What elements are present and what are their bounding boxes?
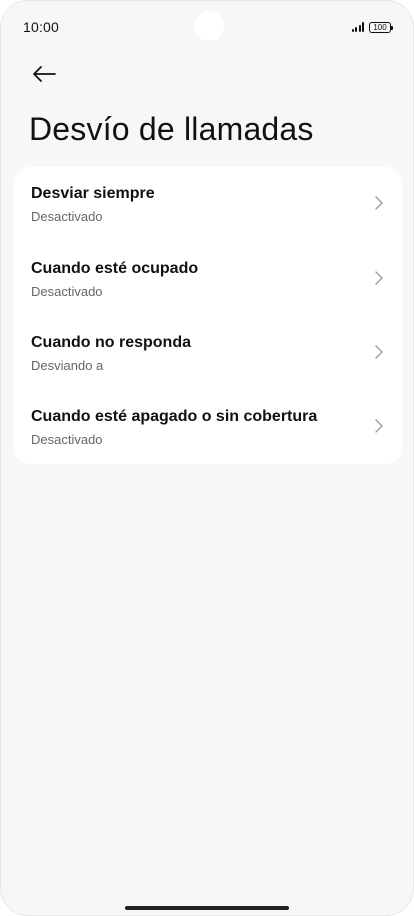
signal-icon: [351, 22, 364, 32]
status-icons: 100: [351, 21, 393, 33]
option-desviar-siempre[interactable]: Desviar siempre Desactivado: [14, 167, 402, 241]
battery-level: 100: [373, 22, 387, 32]
chevron-right-icon: [375, 196, 383, 210]
battery-icon: 100: [369, 21, 393, 33]
call-forwarding-options: Desviar siempre Desactivado Cuando esté …: [14, 167, 402, 464]
front-camera: [194, 11, 224, 41]
option-status: Desactivado: [31, 432, 103, 447]
option-cuando-no-responda[interactable]: Cuando no responda Desviando a: [14, 316, 402, 390]
back-button[interactable]: [29, 59, 59, 89]
status-time: 10:00: [23, 19, 60, 35]
option-apagado-sin-cobertura[interactable]: Cuando esté apagado o sin cobertura Desa…: [14, 390, 402, 464]
page-title: Desvío de llamadas: [29, 111, 314, 147]
option-label: Desviar siempre: [31, 185, 155, 202]
option-label: Cuando esté ocupado: [31, 260, 199, 277]
phone-screen: 10:00 100 Desvío de llamadas Desviar sie…: [0, 0, 414, 916]
chevron-right-icon: [375, 419, 383, 433]
home-indicator[interactable]: [125, 906, 289, 910]
option-label: Cuando no responda: [31, 334, 191, 351]
chevron-right-icon: [375, 271, 383, 285]
option-cuando-ocupado[interactable]: Cuando esté ocupado Desactivado: [14, 242, 402, 316]
option-status: Desactivado: [31, 284, 103, 299]
option-status: Desviando a: [31, 358, 104, 373]
arrow-left-icon: [33, 66, 56, 82]
option-label: Cuando esté apagado o sin cobertura: [31, 408, 318, 425]
chevron-right-icon: [375, 345, 383, 359]
option-status: Desactivado: [31, 209, 103, 224]
